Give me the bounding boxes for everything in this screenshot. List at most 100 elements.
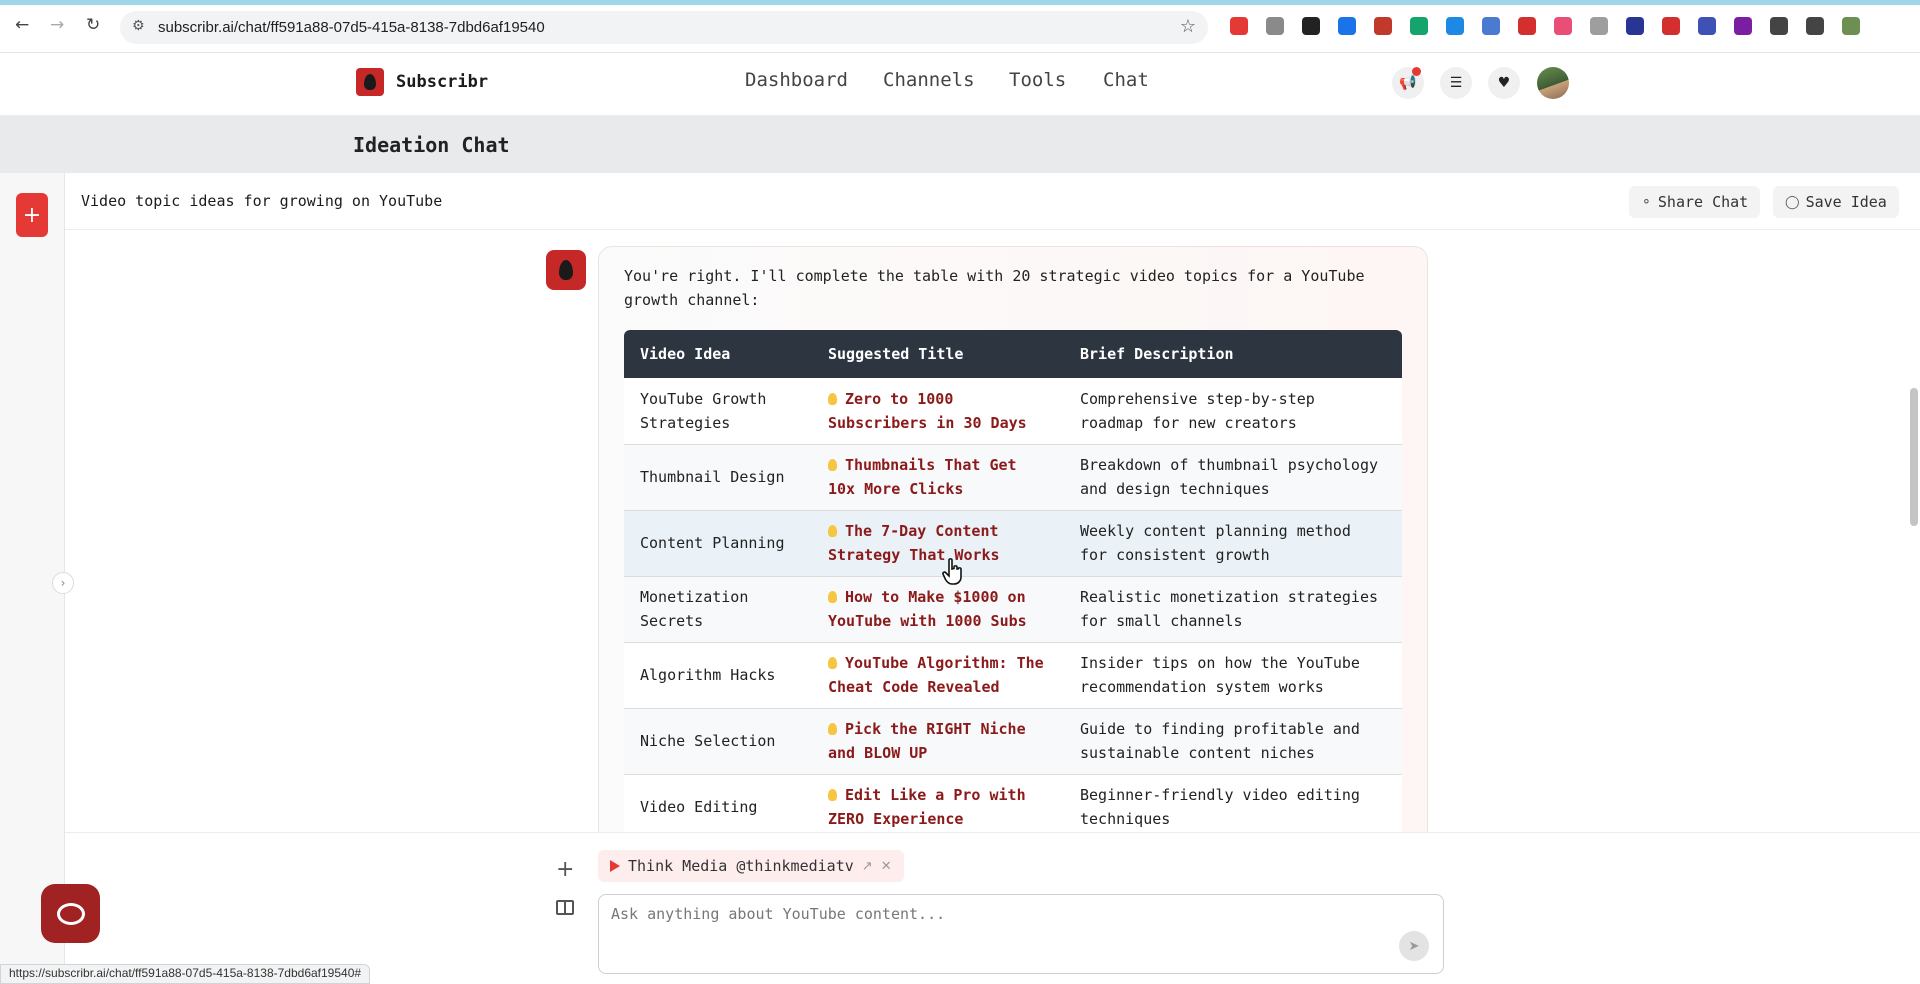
save-idea-button[interactable]: ◯ Save Idea [1773, 186, 1899, 218]
column-header: Video Idea [624, 330, 812, 378]
red-circle-icon[interactable] [1518, 17, 1536, 35]
bookmark-star-icon[interactable]: ☆ [1180, 16, 1196, 37]
share-icon: ⚬ [1641, 194, 1652, 210]
lightbulb-icon: ◯ [1785, 194, 1800, 210]
chat-bubble-icon [56, 902, 85, 925]
expand-sidebar-icon[interactable]: › [52, 572, 74, 594]
pink-circle-icon[interactable] [1554, 17, 1572, 35]
suggested-title-text[interactable]: Pick the RIGHT Niche and BLOW UP [828, 720, 1026, 762]
chat-topic: Video topic ideas for growing on YouTube [81, 192, 443, 210]
suggested-title-text[interactable]: Thumbnails That Get 10x More Clicks [828, 456, 1017, 498]
page-scrollbar[interactable] [1910, 388, 1918, 526]
description-cell: Comprehensive step-by-step roadmap for n… [1064, 378, 1402, 445]
m-square-icon[interactable] [1626, 17, 1644, 35]
chat-input[interactable] [611, 905, 1371, 923]
gear-purple-icon[interactable] [1734, 17, 1752, 35]
table-row: Niche Selection Pick the RIGHT Niche and … [624, 708, 1402, 775]
idea-cell: Video Editing [624, 774, 812, 841]
circle-blue-icon[interactable] [1338, 17, 1356, 35]
suggested-title-cell[interactable]: The 7-Day Content Strategy That Works [812, 510, 1064, 577]
youtube-play-icon [610, 860, 620, 872]
back-icon[interactable]: ← [15, 15, 29, 35]
profile-icon[interactable] [1842, 17, 1860, 35]
hand-cursor-icon [942, 558, 962, 585]
new-chat-button[interactable]: + [16, 193, 48, 237]
description-cell: Guide to finding profitable and sustaina… [1064, 708, 1402, 775]
external-link-icon[interactable]: ↗ [862, 859, 873, 874]
column-header: Brief Description [1064, 330, 1402, 378]
pen-icon[interactable] [1230, 17, 1248, 35]
close-icon[interactable]: ✕ [881, 859, 892, 874]
page-title: Ideation Chat [353, 133, 510, 157]
page-header: Ideation Chat [0, 116, 1920, 173]
nav-tools[interactable]: Tools [1009, 69, 1066, 91]
ideas-table: Video Idea Suggested Title Brief Descrip… [624, 330, 1402, 841]
v-icon[interactable] [1662, 17, 1680, 35]
suggested-title-cell[interactable]: Zero to 1000 Subscribers in 30 Days [812, 378, 1064, 445]
suggested-title-cell[interactable]: Edit Like a Pro with ZERO Experience [812, 774, 1064, 841]
forward-icon[interactable]: → [50, 15, 64, 35]
suggested-title-text[interactable]: The 7-Day Content Strategy That Works [828, 522, 1000, 564]
lightbulb-icon [828, 459, 837, 471]
suggested-title-text[interactable]: Zero to 1000 Subscribers in 30 Days [828, 390, 1027, 432]
suggested-title-cell[interactable]: YouTube Algorithm: The Cheat Code Reveal… [812, 642, 1064, 709]
suggested-title-text[interactable]: How to Make $1000 on YouTube with 1000 S… [828, 588, 1027, 630]
description-cell: Weekly content planning method for consi… [1064, 510, 1402, 577]
chat-input-box[interactable]: ➤ [598, 894, 1444, 974]
help-chat-button[interactable] [41, 884, 100, 943]
send-icon[interactable]: ➤ [1399, 931, 1429, 961]
feedback-icon[interactable]: ☰ [1440, 67, 1472, 99]
reload-icon[interactable]: ↻ [86, 15, 100, 35]
site-info-icon[interactable]: ⚙ [132, 18, 145, 34]
doc-icon[interactable] [1482, 17, 1500, 35]
lightbulb-icon [828, 789, 837, 801]
m-logo-icon[interactable] [1446, 17, 1464, 35]
chat-topic-bar: Video topic ideas for growing on YouTube… [65, 173, 1920, 230]
subscribr-logo-icon[interactable] [356, 68, 384, 96]
browser-toolbar: ← → ↻ ⚙ subscribr.ai/chat/ff591a88-07d5-… [0, 0, 1920, 53]
heart-icon[interactable]: ♥ [1488, 67, 1520, 99]
brand-name[interactable]: Subscribr [396, 72, 488, 92]
attach-plus-icon[interactable]: + [556, 857, 574, 882]
table-row: Monetization Secrets How to Make $1000 on… [624, 576, 1402, 643]
save-idea-label: Save Idea [1805, 193, 1887, 211]
puzzle-icon[interactable] [1770, 17, 1788, 35]
nav-channels[interactable]: Channels [883, 69, 975, 91]
address-bar[interactable]: ⚙ subscribr.ai/chat/ff591a88-07d5-415a-8… [120, 11, 1208, 44]
queue-icon[interactable] [1806, 17, 1824, 35]
suggested-title-text[interactable]: Edit Like a Pro with ZERO Experience [828, 786, 1026, 828]
nav-chat[interactable]: Chat [1103, 69, 1149, 91]
table-row: Content Planning The 7-Day Content Strate… [624, 510, 1402, 577]
book-icon[interactable] [556, 900, 574, 915]
idea-cell: Monetization Secrets [624, 576, 812, 643]
spark-icon[interactable] [1698, 17, 1716, 35]
desc-icon[interactable] [1374, 17, 1392, 35]
share-chat-button[interactable]: ⚬ Share Chat [1629, 186, 1761, 218]
table-row: Video Editing Edit Like a Pro with ZERO E… [624, 774, 1402, 841]
lightbulb-icon [828, 723, 837, 735]
bag-icon[interactable] [1302, 17, 1320, 35]
suggested-title-cell[interactable]: Pick the RIGHT Niche and BLOW UP [812, 708, 1064, 775]
suggested-title-text[interactable]: YouTube Algorithm: The Cheat Code Reveal… [828, 654, 1044, 696]
share-chat-label: Share Chat [1657, 193, 1749, 211]
description-cell: Beginner-friendly video editing techniqu… [1064, 774, 1402, 841]
nav-dashboard[interactable]: Dashboard [745, 69, 848, 91]
column-header: Suggested Title [812, 330, 1064, 378]
table-row: YouTube Growth Strategies Zero to 1000 Su… [624, 378, 1402, 445]
channel-chip-label: Think Media @thinkmediatv [628, 857, 854, 875]
notes-icon[interactable] [1590, 17, 1608, 35]
table-row: Thumbnail Design Thumbnails That Get 10x … [624, 444, 1402, 511]
channel-chip[interactable]: Think Media @thinkmediatv ↗ ✕ [598, 850, 904, 882]
lightbulb-icon [828, 591, 837, 603]
moon-icon[interactable] [1266, 17, 1284, 35]
grammarly-icon[interactable] [1410, 17, 1428, 35]
suggested-title-cell[interactable]: Thumbnails That Get 10x More Clicks [812, 444, 1064, 511]
address-url[interactable]: subscribr.ai/chat/ff591a88-07d5-415a-813… [158, 19, 545, 36]
description-cell: Realistic monetization strategies for sm… [1064, 576, 1402, 643]
suggested-title-cell[interactable]: How to Make $1000 on YouTube with 1000 S… [812, 576, 1064, 643]
idea-cell: Niche Selection [624, 708, 812, 775]
message-intro: You're right. I'll complete the table wi… [624, 267, 1365, 309]
app-header: Subscribr Dashboard Channels Tools Chat … [0, 53, 1920, 116]
assistant-message: You're right. I'll complete the table wi… [598, 246, 1428, 846]
avatar[interactable] [1537, 67, 1569, 99]
